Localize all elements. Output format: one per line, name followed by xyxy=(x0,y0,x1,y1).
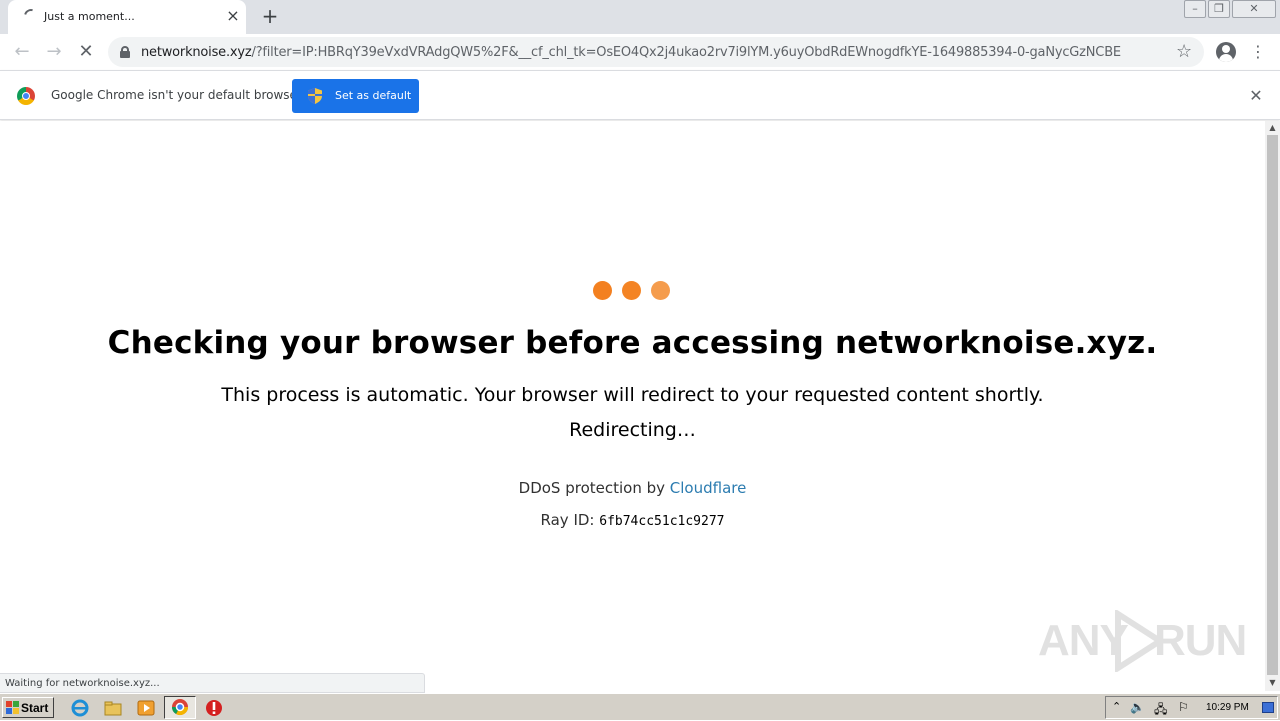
page-content: Checking your browser before accessing n… xyxy=(0,121,1265,672)
tab-active[interactable]: Just a moment... × xyxy=(8,0,246,34)
file-explorer-icon[interactable] xyxy=(103,698,123,718)
media-player-icon[interactable] xyxy=(136,698,156,718)
back-button[interactable]: ← xyxy=(10,40,34,64)
default-browser-infobar: Google Chrome isn't your default browser… xyxy=(0,70,1280,120)
tab-title: Just a moment... xyxy=(44,10,135,23)
anyrun-watermark: ANY RUN xyxy=(1038,608,1247,674)
url-text[interactable]: networknoise.xyz/?filter=IP:HBRqY39eVxdV… xyxy=(141,45,1121,60)
forward-button[interactable]: → xyxy=(42,40,66,64)
uac-shield-icon xyxy=(308,88,322,104)
address-bar[interactable]: networknoise.xyz/?filter=IP:HBRqY39eVxdV… xyxy=(108,37,1204,67)
start-button[interactable]: Start xyxy=(2,697,54,718)
taskbar-chrome-active[interactable] xyxy=(164,696,196,719)
status-bubble: Waiting for networknoise.xyz... xyxy=(0,673,425,693)
redirecting-text: Redirecting… xyxy=(569,419,696,441)
ddos-protection-text: DDoS protection by Cloudflare xyxy=(518,479,747,497)
new-tab-button[interactable]: + xyxy=(258,5,282,29)
profile-avatar-icon[interactable] xyxy=(1216,42,1236,62)
stop-loading-button[interactable]: ✕ xyxy=(74,40,98,64)
close-window-button[interactable]: ✕ xyxy=(1232,0,1276,18)
loading-dots xyxy=(593,281,673,301)
stop-alert-icon[interactable] xyxy=(204,698,224,718)
bookmark-star-icon[interactable]: ☆ xyxy=(1176,41,1192,62)
cloudflare-link[interactable]: Cloudflare xyxy=(670,479,747,497)
page-title: Checking your browser before accessing n… xyxy=(107,325,1158,361)
windows-flag-icon xyxy=(6,701,19,714)
tray-expand-icon[interactable]: ⌃ xyxy=(1112,700,1121,713)
loading-spinner-icon xyxy=(21,6,41,26)
volume-icon[interactable]: 🔈 xyxy=(1130,700,1145,714)
system-tray: ⌃ 🔈 🖧 ⚐ 10:29 PM xyxy=(1105,696,1278,719)
vertical-scrollbar[interactable]: ▲ ▼ xyxy=(1265,121,1280,691)
loading-dot xyxy=(622,281,641,300)
scroll-down-arrow-icon[interactable]: ▼ xyxy=(1265,676,1280,690)
loading-dot xyxy=(593,281,612,300)
tab-close-icon[interactable]: × xyxy=(224,7,242,25)
internet-explorer-icon[interactable] xyxy=(70,698,90,718)
show-desktop-icon[interactable] xyxy=(1262,702,1274,713)
action-center-flag-icon[interactable]: ⚐ xyxy=(1178,700,1189,714)
set-as-default-button[interactable]: Set as default xyxy=(292,79,419,113)
chrome-logo-icon xyxy=(17,87,35,105)
clock[interactable]: 10:29 PM xyxy=(1206,702,1249,713)
ray-id-value: 6fb74cc51c1c9277 xyxy=(599,514,725,529)
scroll-thumb[interactable] xyxy=(1267,135,1278,675)
browser-toolbar: ← → ✕ networknoise.xyz/?filter=IP:HBRqY3… xyxy=(0,34,1280,70)
tab-strip: Just a moment... × + – ❐ ✕ xyxy=(0,0,1280,34)
windows-taskbar: Start ⌃ 🔈 🖧 ⚐ 10:29 PM xyxy=(0,693,1280,720)
loading-dot xyxy=(651,281,670,300)
url-host: networknoise.xyz xyxy=(141,45,252,60)
network-icon[interactable]: 🖧 xyxy=(1154,700,1167,721)
chrome-menu-icon[interactable]: ⋮ xyxy=(1250,41,1266,63)
minimize-button[interactable]: – xyxy=(1184,0,1206,18)
scroll-up-arrow-icon[interactable]: ▲ xyxy=(1265,121,1280,135)
page-subtext: This process is automatic. Your browser … xyxy=(221,384,1044,406)
infobar-message: Google Chrome isn't your default browser xyxy=(51,88,302,102)
infobar-close-icon[interactable]: ✕ xyxy=(1246,86,1266,106)
lock-icon xyxy=(120,46,130,58)
restore-button[interactable]: ❐ xyxy=(1208,0,1230,18)
url-path: /?filter=IP:HBRqY39eVxdVRAdgQW5%2F&__cf_… xyxy=(251,45,1122,60)
chrome-taskbar-icon xyxy=(171,699,189,716)
ray-id-line: Ray ID: 6fb74cc51c1c9277 xyxy=(540,511,725,529)
